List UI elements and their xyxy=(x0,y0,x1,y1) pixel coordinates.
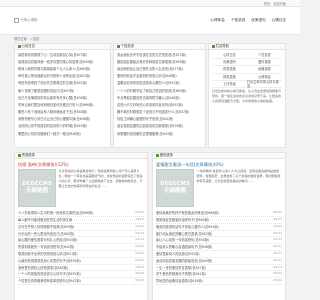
panel-title: 个性说说 xyxy=(120,44,134,49)
breadcrumb: 现在位置：» 首页 xyxy=(14,37,40,41)
featured-article-title[interactable]: 爱情甜言蜜语一句话(文章模块)(0%) xyxy=(153,159,285,168)
list-item[interactable]: 自己才走懂感情的背后原来有许多心酸(总638篇) xyxy=(18,94,107,101)
list-item[interactable]: 深夜里伤感的心情短语录(总648篇) 02/24 xyxy=(18,265,144,272)
section-square-icon xyxy=(155,153,159,157)
list-item[interactable]: 哪里的心情在情随我们一程又一程(总648篇) xyxy=(18,130,107,137)
list-item[interactable]: 睡不着的时候想发个说说又不知道发什么(总637篇) xyxy=(117,109,202,116)
list-item[interactable]: 夜深人静的时候才能想起某个让人心疼人(总680篇) xyxy=(18,65,107,72)
panel-mood-diary: 心情日志 最是谁动情撩拨了心一生动态原创心情(总673篇) 最感谢当初陪伴我一段… xyxy=(14,42,111,148)
section-square-icon xyxy=(17,44,21,48)
column-description: 打出生命中的心情与体会，让心灵在这里得到释放与安慰，把一些生活中的点点滴滴记录下… xyxy=(212,89,282,103)
list-item[interactable]: 伤感到极致的一句话说说短句(总642篇) 02/24 xyxy=(18,244,144,252)
list-item[interactable]: 写给老公的暖心话语甜蜜句子(总648篇) 05/21 xyxy=(156,244,282,252)
column-link[interactable]: 工作总结 xyxy=(212,81,247,88)
list-item[interactable]: 痛人背痛了都是没跟的说出口(总647篇) xyxy=(18,87,107,94)
panel-personal-status: 个性说说 男女朋友也许不应该在意的文艺短说说(总674篇) 微信朋友圈最近有好多… xyxy=(113,42,206,148)
list-item[interactable]: 最心酸的爱情语录句句扎心伤感(总645篇) 02/24 xyxy=(18,237,144,245)
list-item[interactable]: 爱情里最动人的话语(总642篇) 05/21 xyxy=(156,251,282,258)
section-square-icon xyxy=(17,153,21,157)
site-logo[interactable]: 头条心得网 xyxy=(14,18,37,23)
column-link[interactable]: 经典语录 xyxy=(247,66,282,74)
column-link[interactable]: 伤感语录 xyxy=(212,66,247,74)
list-item[interactable]: 撩男朋友的甜蜜情话短句子(总660篇) 05/22 xyxy=(156,217,282,224)
column-link[interactable]: 打出生命中的心情与体会 xyxy=(247,80,282,88)
list-item[interactable]: 每人都不可能孤傲自在的生活伤感文案 02/24 xyxy=(18,217,144,224)
list-item[interactable]: 有时真心把对谁都太好可是别人没有反应(总651篇) xyxy=(18,73,107,80)
list-item[interactable]: 能打动女朋友的暖心表白语录(总652篇) 05/22 xyxy=(156,231,282,238)
list-item[interactable]: 一个人的孤独伤感说说与心情句子(总655篇) 02/24 xyxy=(18,271,144,279)
list-item[interactable]: 深夜失眠写心情日志让自己的心慢慢平静(总638篇) xyxy=(18,116,107,123)
list-item[interactable]: 关于爱情的唯美句子简短(总641篇) 05/20 xyxy=(156,271,282,279)
panel-title: 爱情语录 xyxy=(159,153,173,158)
no-thumbnail-image[interactable]: DEDECMS 无缩略图 xyxy=(156,169,194,208)
nav-item-xinde[interactable]: 心得体会 xyxy=(211,18,225,22)
list-item[interactable]: 最近刷到会让自己想开点的人生说说(总677篇) xyxy=(117,65,202,72)
logo-text: 头条心得网 xyxy=(20,18,38,23)
logo-image-icon xyxy=(14,18,19,23)
list-item[interactable]: 最让人心动的一句情话短句(总650篇) 05/21 xyxy=(156,237,282,245)
list-item[interactable]: 男女朋友也许不应该在意的文艺短说说(总674篇) xyxy=(117,51,202,58)
list-item[interactable]: 爱你的你会不会看到的说说心情(总648篇) xyxy=(117,73,202,80)
column-link[interactable]: 优美语句 xyxy=(212,59,247,67)
column-link[interactable]: 搞笑语录 xyxy=(212,74,247,81)
list-item[interactable]: 异地恋的经典情话语录(总639篇) 05/20 xyxy=(156,278,282,286)
list-item[interactable]: 最是谁动情撩拨了心一生动态原创心情(总673篇) xyxy=(18,51,107,58)
column-link[interactable]: 个性说说 xyxy=(247,52,282,60)
list-item[interactable]: 你想要的说说都在这里慢慢看(总643篇) xyxy=(117,130,202,137)
featured-article-summary: 分享伤感的心情语录给你们，伤感语录简短八零千字心语录大全。哪怕一个转身也是需要勇… xyxy=(58,169,143,188)
welcome-text: 您好，欢迎光临 xyxy=(263,1,286,6)
list-item[interactable]: 爱情最美好的样子就是彼此的承诺(总666篇) 05/23 xyxy=(156,210,282,218)
panel-title: 栏目导航 xyxy=(215,44,229,49)
list-item[interactable]: 当你的心情不知道如何告诉别人的时候(总640篇) xyxy=(18,123,107,130)
list-item[interactable]: 温暖治愈系的说说送给你心累的人(总652篇) xyxy=(117,80,202,87)
section-square-icon xyxy=(116,44,120,48)
nav-item-shuoshuo[interactable]: 个性说说 xyxy=(231,18,245,22)
column-link[interactable]: 爱情语录 xyxy=(247,59,282,67)
list-item[interactable]: 过分在乎别人的感受都不值得(总659篇) 02/24 xyxy=(18,224,144,231)
list-item[interactable]: 个性签名伤感唯美带有孤单的短句(总642篇) 02/24 xyxy=(18,278,144,286)
list-item[interactable]: 哪些人伤了谁就会有人陪你继续走下去(总648篇) xyxy=(18,109,107,116)
nav-item-yuju[interactable]: 优美语句 xyxy=(251,18,265,22)
list-item[interactable]: 有的东西得到了却比失去更难过的文案(总642篇) xyxy=(18,80,107,87)
list-item[interactable]: 微信朋友圈最近有好多种说说文案语录(总658篇) xyxy=(117,58,202,65)
panel-love-quotes: 爱情语录 爱情甜言蜜语一句话(文章模块)(0%) DEDECMS 无缩略图 一句… xyxy=(152,151,286,300)
list-item[interactable]: 时间让我们更加深刻明白如何去爱自己的人(总666篇) xyxy=(18,101,107,108)
main-nav: 心得体会 个性说说 优美语句 心情日志 xyxy=(211,18,287,22)
column-link[interactable]: 心情日志 xyxy=(212,52,247,60)
top-strip: 您好，欢迎光临 xyxy=(0,0,300,7)
list-item[interactable]: 分手后的一些心里话写给自己(总660篇) 02/24 xyxy=(18,231,144,238)
list-item[interactable]: 适合情侣发朋友圈的甜蜜说说(总645篇) 05/21 xyxy=(156,258,282,265)
list-item[interactable]: 心痛的伤感语录说到心坎里的句子(总639篇) 02/24 xyxy=(18,258,144,265)
panel-title: 心情日志 xyxy=(21,44,35,49)
panel-column-nav: 栏目导航 心情日志 个性说说 优美语句 爱情语录 伤感语录 经典语录 搞笑语录 … xyxy=(208,42,286,148)
list-item[interactable]: 晚安的浪漫情话句子说给心爱的人(总654篇) 05/22 xyxy=(156,224,282,231)
featured-article-title[interactable]: 伤感 面带(文章模块)(12%) xyxy=(15,159,147,168)
list-item[interactable]: 这些小众又好听的心情说说你喜欢吗(总652篇) xyxy=(117,101,202,108)
panel-title: 伤感语录 xyxy=(21,153,35,158)
no-thumbnail-image[interactable]: DEDECMS 无缩略图 xyxy=(18,169,56,208)
list-item[interactable]: 情侣之间暖心甜甜的句子说说(总641篇) xyxy=(117,116,202,123)
list-item[interactable]: 十八岁就得到人生中的第一份深情文案的话(总668篇) 02/24 xyxy=(18,210,144,218)
featured-article-summary: 一句简单的'我爱你'让多少人为之感动，爱情最美的模样是彼此陪伴，慢慢变老，这里收… xyxy=(196,169,281,183)
list-item[interactable]: 想哭而哭不出来的伤感说说心情(总651篇) 02/24 xyxy=(18,251,144,258)
panel-sad-quotes: 伤感语录 伤感 面带(文章模块)(12%) DEDECMS 无缩略图 分享伤感的… xyxy=(14,151,148,300)
list-item[interactable]: 毕业季朋友圈说说文案简短又暖心(总646篇) xyxy=(117,94,202,101)
list-item[interactable]: 适合发朋友圈的正能量说说文案语录(总639篇) xyxy=(117,123,202,130)
site-header: 头条心得网 心得体会 个性说说 优美语句 心情日志 xyxy=(0,7,300,35)
list-item[interactable]: 最感谢当初陪伴我一段岁月里的某心情语录(总649篇) xyxy=(18,58,107,65)
section-square-icon xyxy=(211,44,215,48)
list-item[interactable]: 一个人的时候学会了和自己说话的说说(总660篇) xyxy=(117,87,202,94)
list-item[interactable]: 一生一世的爱情誓言语录(总647篇) 05/21 xyxy=(156,265,282,272)
nav-item-rizhi[interactable]: 心情日志 xyxy=(272,18,286,22)
